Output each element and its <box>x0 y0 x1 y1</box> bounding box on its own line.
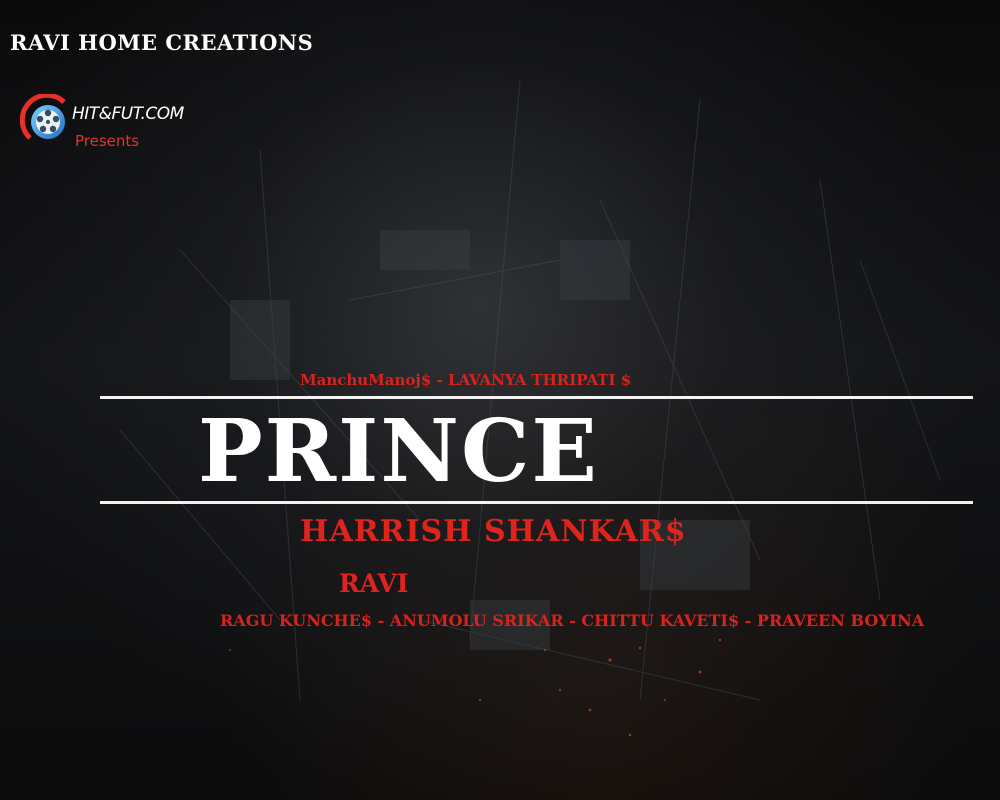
crew-credits: RAGU KUNCHE$ - ANUMOLU SRIKAR - CHITTU K… <box>220 611 925 630</box>
logo-tagline: Presents <box>75 132 140 150</box>
site-logo: HIT&FUT.COM Presents <box>20 94 200 156</box>
film-reel-icon <box>20 94 66 140</box>
title-rule-bottom <box>100 501 973 504</box>
studio-name: RAVI HOME CREATIONS <box>10 30 314 55</box>
title-rule-top <box>100 396 973 399</box>
producer-credit: RAVI <box>339 569 409 598</box>
logo-site-name: HIT&FUT.COM <box>72 104 184 124</box>
director-credit: HARRISH SHANKAR$ <box>300 514 687 549</box>
movie-title: PRINCE <box>198 401 599 502</box>
cast-credits: ManchuManoj$ - LAVANYA THRIPATI $ <box>300 371 632 389</box>
movie-poster: RAVI HOME CREATIONS HIT&FUT.COM Presents… <box>0 0 1000 800</box>
